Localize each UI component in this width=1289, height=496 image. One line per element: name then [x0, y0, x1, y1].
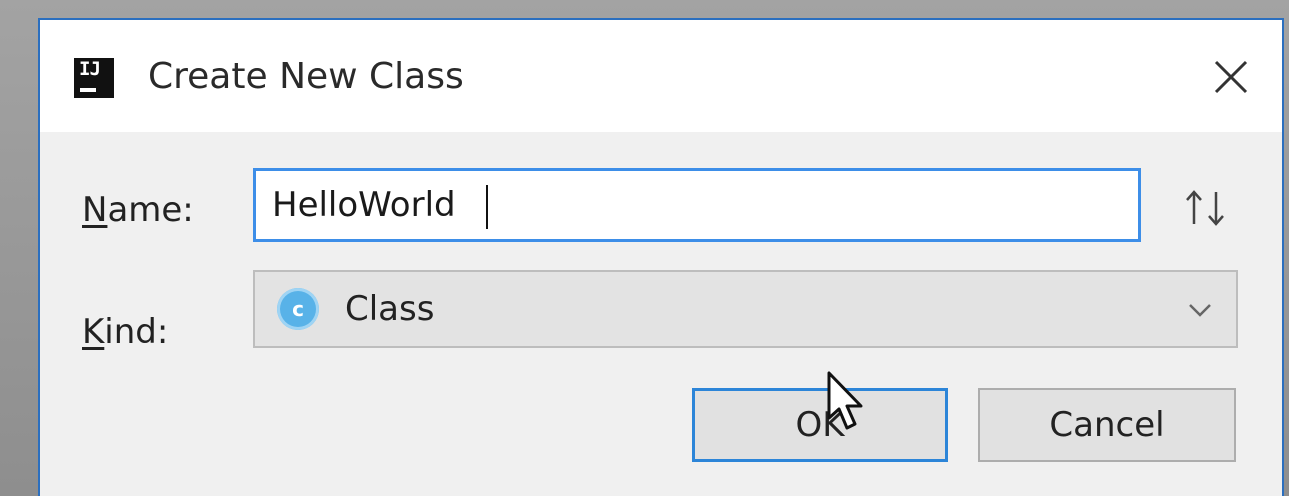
sort-toggle-button[interactable]: [1174, 180, 1238, 236]
up-down-arrows-icon: [1186, 190, 1224, 226]
chevron-down-icon: [1189, 304, 1211, 317]
text-caret: [486, 185, 488, 229]
name-label-mnemonic: N: [82, 190, 108, 230]
class-icon: c: [277, 288, 319, 330]
cancel-button[interactable]: Cancel: [978, 388, 1236, 462]
ok-button[interactable]: OK: [692, 388, 948, 462]
kind-dropdown[interactable]: c Class: [253, 270, 1238, 348]
kind-label-mnemonic: K: [82, 312, 105, 352]
dialog-title: Create New Class: [148, 56, 464, 97]
class-name-input[interactable]: [253, 168, 1141, 242]
name-label-text: ame:: [107, 190, 194, 230]
name-label: Name:: [82, 188, 194, 232]
kind-label-text: ind:: [104, 312, 169, 352]
close-icon: [1214, 60, 1248, 94]
kind-selected-value: Class: [345, 289, 435, 329]
close-button[interactable]: [1204, 50, 1258, 104]
intellij-icon: IJ: [74, 58, 114, 98]
create-new-class-dialog: IJ Create New Class Name: Kind: c Class …: [38, 18, 1284, 496]
dialog-titlebar: IJ Create New Class: [40, 20, 1282, 132]
kind-label: Kind:: [82, 310, 168, 354]
